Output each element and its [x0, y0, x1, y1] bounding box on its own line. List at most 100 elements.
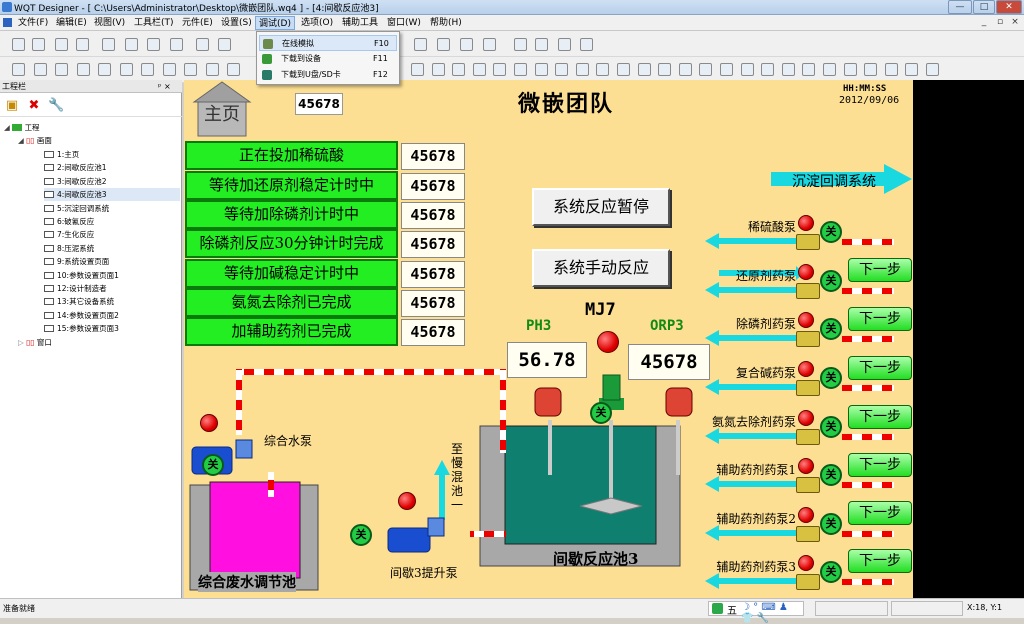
shape-tool-icon[interactable]: [119, 63, 133, 76]
tree-page-item[interactable]: 5:沉淀回调系统: [44, 202, 180, 215]
tree-screens[interactable]: ◢ ▯▯ 画面: [18, 134, 52, 147]
menu-view[interactable]: 视图(V): [91, 16, 128, 30]
home-label[interactable]: 主页: [204, 100, 240, 126]
component-tool-icon[interactable]: [534, 63, 548, 76]
component-tool-icon[interactable]: [472, 63, 486, 76]
component-tool-icon[interactable]: [452, 63, 466, 76]
component-tool-icon[interactable]: [905, 63, 919, 76]
tree-page-item[interactable]: 12:设计制造者: [44, 282, 180, 295]
tree-page-item[interactable]: 10:参数设置页面1: [44, 269, 180, 282]
toolbar-tool-icon[interactable]: [414, 38, 427, 51]
status-value[interactable]: 45678: [401, 319, 465, 346]
panel-pin-close[interactable]: ᵖ ×: [158, 80, 171, 93]
tree-window[interactable]: ▷ ▯▯ 窗口: [18, 336, 52, 349]
pump-off-toggle[interactable]: 关: [820, 270, 842, 292]
component-tool-icon[interactable]: [637, 63, 651, 76]
component-tool-icon[interactable]: [761, 63, 775, 76]
new-page-icon[interactable]: ▣: [4, 98, 20, 114]
toolbar-tool-icon[interactable]: [460, 38, 473, 51]
menu-item-download-usb[interactable]: 下载到U盘/SD卡 F12: [259, 67, 397, 83]
tree-page-item[interactable]: 6:破氰反应: [44, 215, 180, 228]
pump-off-toggle[interactable]: 关: [820, 318, 842, 340]
toolbar-tool-icon[interactable]: [55, 38, 68, 51]
component-tool-icon[interactable]: [823, 63, 836, 76]
delete-icon[interactable]: ✖: [26, 98, 42, 114]
component-tool-icon[interactable]: [514, 63, 527, 76]
component-tool-icon[interactable]: [678, 63, 692, 76]
pump-off-toggle[interactable]: 关: [820, 561, 842, 583]
tree-page-item[interactable]: 2:间歇反应池1: [44, 161, 180, 174]
next-step-button[interactable]: 下一步: [848, 453, 912, 477]
shape-tool-icon[interactable]: [33, 63, 47, 76]
status-value[interactable]: 45678: [401, 261, 465, 288]
toolbar-tool-icon[interactable]: [580, 38, 593, 51]
toolbar-tool-icon[interactable]: [483, 38, 496, 51]
shape-tool-icon[interactable]: [141, 63, 154, 76]
next-step-button[interactable]: 下一步: [848, 258, 912, 282]
component-tool-icon[interactable]: [555, 63, 569, 76]
component-tool-icon[interactable]: [864, 63, 878, 76]
component-tool-icon[interactable]: [926, 63, 939, 76]
menu-edit[interactable]: 编辑(E): [53, 16, 90, 30]
menu-item-download-device[interactable]: 下载到设备 F11: [259, 51, 397, 67]
component-tool-icon[interactable]: [699, 63, 713, 76]
settle-system-link[interactable]: 沉淀回调系统: [792, 171, 876, 191]
tree-page-item[interactable]: 7:生化反应: [44, 228, 180, 241]
component-tool-icon[interactable]: [781, 63, 795, 76]
menu-help[interactable]: 帮助(H): [427, 16, 465, 30]
next-step-button[interactable]: 下一步: [848, 405, 912, 429]
status-value[interactable]: 45678: [401, 143, 465, 170]
tree-root[interactable]: ◢ 工程: [4, 121, 40, 134]
pump-off-toggle[interactable]: 关: [820, 464, 842, 486]
menu-toolbar[interactable]: 工具栏(T): [131, 16, 177, 30]
tree-page-item[interactable]: 8:压泥系统: [44, 242, 180, 255]
mdi-restore-icon[interactable]: ▫: [994, 16, 1006, 28]
pump-off-toggle[interactable]: 关: [820, 513, 842, 535]
tree-page-item[interactable]: 3:间歇反应池2: [44, 175, 180, 188]
menu-window[interactable]: 窗口(W): [384, 16, 424, 30]
tree-page-item[interactable]: 4:间歇反应池3: [44, 188, 180, 202]
pump-off-toggle[interactable]: 关: [820, 221, 842, 243]
top-value-field[interactable]: 45678: [295, 93, 343, 115]
status-value[interactable]: 45678: [401, 290, 465, 317]
mdi-close-icon[interactable]: ×: [1009, 16, 1021, 28]
toolbar-tool-icon[interactable]: [125, 38, 138, 51]
toolbar-tool-icon[interactable]: [514, 38, 527, 51]
component-tool-icon[interactable]: [431, 63, 445, 76]
shape-tool-icon[interactable]: [55, 63, 68, 76]
toolbar-tool-icon[interactable]: [147, 38, 160, 51]
shape-tool-icon[interactable]: [227, 63, 240, 76]
pause-reaction-button[interactable]: 系统反应暂停: [532, 188, 670, 226]
menu-options[interactable]: 选项(O): [298, 16, 336, 30]
component-tool-icon[interactable]: [575, 63, 589, 76]
pump-off-toggle[interactable]: 关: [820, 416, 842, 438]
menu-item-online-sim[interactable]: 在线模拟 F10: [259, 35, 397, 51]
toolbar-tool-icon[interactable]: [12, 38, 25, 51]
status-value[interactable]: 45678: [401, 202, 465, 229]
component-tool-icon[interactable]: [720, 63, 733, 76]
component-tool-icon[interactable]: [884, 63, 898, 76]
tree-page-item[interactable]: 15:参数设置页面3: [44, 322, 180, 335]
lift-pump-off-toggle[interactable]: 关: [350, 524, 372, 546]
shape-tool-icon[interactable]: [98, 63, 111, 76]
tree-page-item[interactable]: 14:参数设置页面2: [44, 309, 180, 322]
shape-tool-icon[interactable]: [184, 63, 197, 76]
shape-tool-icon[interactable]: [162, 63, 176, 76]
settings-wrench-icon[interactable]: 🔧: [48, 98, 64, 114]
menu-component[interactable]: 元件(E): [179, 16, 216, 30]
toolbar-tool-icon[interactable]: [437, 38, 450, 51]
status-value[interactable]: 45678: [401, 173, 465, 200]
toolbar-tool-icon[interactable]: [558, 38, 571, 51]
menu-settings[interactable]: 设置(S): [218, 16, 255, 30]
shape-tool-icon[interactable]: [76, 63, 90, 76]
menu-aux-tools[interactable]: 辅助工具: [339, 16, 381, 30]
component-tool-icon[interactable]: [658, 63, 672, 76]
component-tool-icon[interactable]: [740, 63, 754, 76]
next-step-button[interactable]: 下一步: [848, 501, 912, 525]
toolbar-tool-icon[interactable]: [535, 38, 548, 51]
mixer-off-toggle[interactable]: 关: [590, 402, 612, 424]
toolbar-tool-icon[interactable]: [102, 38, 115, 51]
component-tool-icon[interactable]: [802, 63, 816, 76]
toolbar-tool-icon[interactable]: [32, 38, 45, 51]
tree-page-item[interactable]: 13:其它设备系统: [44, 295, 180, 308]
